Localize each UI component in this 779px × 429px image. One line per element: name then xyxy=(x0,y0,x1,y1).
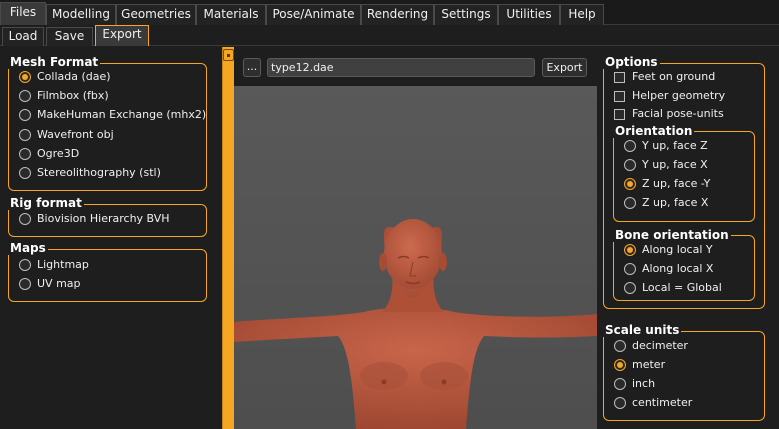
radio-label: inch xyxy=(632,377,656,390)
radio-label: Z up, face X xyxy=(642,196,709,209)
tab-modelling[interactable]: Modelling xyxy=(46,4,116,25)
tab-materials[interactable]: Materials xyxy=(196,4,266,25)
export-toolbar: ... type12.dae Export xyxy=(234,47,599,86)
radio-indicator[interactable] xyxy=(614,378,626,390)
radio-indicator[interactable] xyxy=(624,178,636,190)
radio-indicator[interactable] xyxy=(624,244,636,256)
bone-orientation-title: Bone orientation xyxy=(613,228,731,242)
radio-label: Z up, face -Y xyxy=(642,177,711,190)
radio-indicator[interactable] xyxy=(624,282,636,294)
radio-label: MakeHuman Exchange (mhx2) xyxy=(37,108,207,121)
slider-handle[interactable] xyxy=(223,49,234,61)
tab-utilities[interactable]: Utilities xyxy=(498,4,560,25)
radio-indicator[interactable] xyxy=(19,167,31,179)
radio-indicator[interactable] xyxy=(19,129,31,141)
right-panel: Options Feet on ground Helper geometry F… xyxy=(599,47,779,429)
radio-label: Along local X xyxy=(642,262,714,275)
maps-title: Maps xyxy=(8,241,48,255)
radio-label: Lightmap xyxy=(37,258,89,271)
3d-viewport[interactable] xyxy=(234,86,597,429)
options-title: Options xyxy=(603,55,660,69)
tab-files[interactable]: Files xyxy=(0,2,46,25)
radio-indicator[interactable] xyxy=(19,278,31,290)
panel-splitter-slider[interactable] xyxy=(222,47,234,429)
human-model-figure xyxy=(234,219,597,429)
filename-input[interactable]: type12.dae xyxy=(267,58,535,77)
radio-indicator[interactable] xyxy=(614,397,626,409)
radio-indicator[interactable] xyxy=(624,140,636,152)
radio-indicator[interactable] xyxy=(19,109,31,121)
radio-indicator[interactable] xyxy=(624,263,636,275)
left-panel: Mesh Format Collada (dae) Filmbox (fbx) … xyxy=(0,47,219,429)
browse-button[interactable]: ... xyxy=(243,58,261,77)
tab-help[interactable]: Help xyxy=(560,4,604,25)
radio-label: meter xyxy=(632,358,666,371)
radio-label: Collada (dae) xyxy=(37,70,111,83)
tab-pose-animate[interactable]: Pose/Animate xyxy=(266,4,361,25)
radio-indicator[interactable] xyxy=(19,71,31,83)
radio-label: Local = Global xyxy=(642,281,722,294)
radio-label: Wavefront obj xyxy=(37,128,114,141)
radio-indicator[interactable] xyxy=(19,213,31,225)
orientation-title: Orientation xyxy=(613,124,695,138)
tab-export[interactable]: Export xyxy=(95,25,149,46)
radio-indicator[interactable] xyxy=(624,159,636,171)
radio-label: Y up, face Z xyxy=(642,139,708,152)
rig-format-title: Rig format xyxy=(8,196,84,210)
radio-label: UV map xyxy=(37,277,81,290)
radio-label: decimeter xyxy=(632,339,688,352)
tab-geometries[interactable]: Geometries xyxy=(116,4,196,25)
tab-rendering[interactable]: Rendering xyxy=(361,4,434,25)
radio-indicator[interactable] xyxy=(19,148,31,160)
main-tab-bar: Files Modelling Geometries Materials Pos… xyxy=(0,0,779,25)
radio-label: Y up, face X xyxy=(642,158,708,171)
radio-label: Ogre3D xyxy=(37,147,80,160)
tab-settings[interactable]: Settings xyxy=(434,4,498,25)
radio-label: Filmbox (fbx) xyxy=(37,89,109,102)
mesh-format-title: Mesh Format xyxy=(8,55,101,69)
radio-indicator[interactable] xyxy=(624,197,636,209)
radio-label: Along local Y xyxy=(642,243,713,256)
scale-units-title: Scale units xyxy=(603,323,682,337)
radio-indicator[interactable] xyxy=(19,259,31,271)
tab-load[interactable]: Load xyxy=(2,27,44,46)
radio-label: Stereolithography (stl) xyxy=(37,166,161,179)
radio-indicator[interactable] xyxy=(614,340,626,352)
radio-indicator[interactable] xyxy=(19,90,31,102)
radio-label: centimeter xyxy=(632,396,693,409)
tab-save[interactable]: Save xyxy=(46,27,93,46)
radio-indicator[interactable] xyxy=(614,359,626,371)
radio-label: Biovision Hierarchy BVH xyxy=(37,212,170,225)
sub-tab-bar: Load Save Export xyxy=(0,25,779,46)
export-button[interactable]: Export xyxy=(542,58,587,77)
